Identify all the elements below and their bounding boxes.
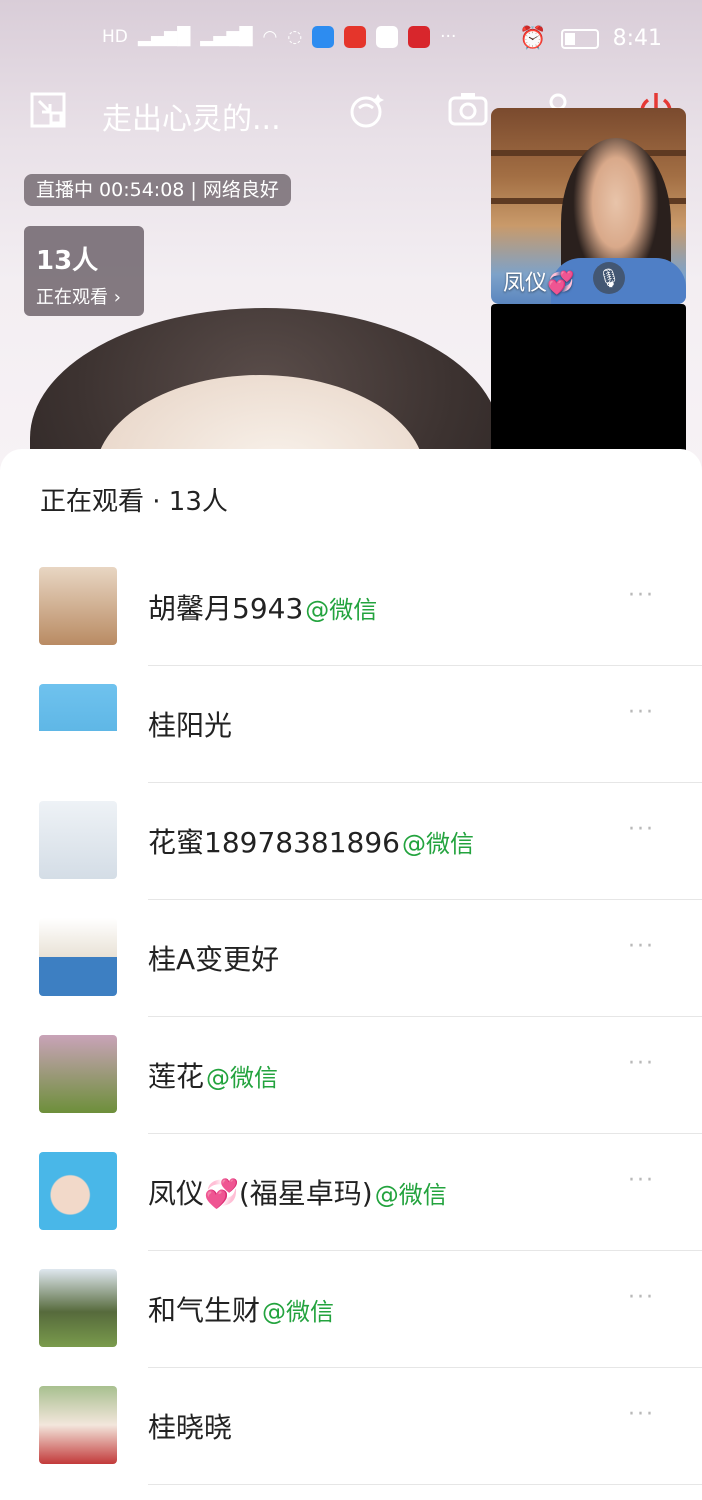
viewer-name: 莲花 xyxy=(148,1060,205,1093)
hd-indicator: HD xyxy=(102,27,128,47)
status-right: ⏰ 8:41 xyxy=(519,26,662,51)
list-item[interactable]: 胡馨月5943@微信 ··· xyxy=(0,549,702,666)
avatar xyxy=(39,1035,117,1113)
wechat-tag: @微信 xyxy=(401,830,474,858)
wechat-app-icon xyxy=(376,26,399,48)
wechat-tag: @微信 xyxy=(374,1181,447,1209)
viewer-name: 花蜜18978381896 xyxy=(148,826,400,859)
live-title: 走出心灵的... xyxy=(102,102,281,137)
avatar xyxy=(39,684,117,762)
more-options-icon[interactable]: ··· xyxy=(628,583,655,608)
sheet-title: 正在观看 · 13人 xyxy=(40,487,228,517)
avatar xyxy=(39,1386,117,1464)
wechat-tag: @微信 xyxy=(262,1298,335,1326)
viewer-name: 凤仪💞(福星卓玛) xyxy=(148,1177,373,1210)
avatar xyxy=(39,1152,117,1230)
avatar xyxy=(39,1269,117,1347)
wechat-tag: @微信 xyxy=(305,596,378,624)
cohost-name: 凤仪💞 xyxy=(503,271,575,296)
battery-icon xyxy=(560,28,599,49)
viewer-name: 和气生财 xyxy=(148,1294,261,1327)
more-options-icon[interactable]: ··· xyxy=(628,1168,655,1193)
video-app-icon xyxy=(344,26,367,48)
viewers-sheet: 正在观看 · 13人 胡馨月5943@微信 ··· 桂阳光 ··· 花蜜1897… xyxy=(0,449,702,1500)
list-item[interactable]: 桂阳光 ··· xyxy=(0,666,702,783)
more-options-icon[interactable]: ··· xyxy=(628,1051,655,1076)
avatar xyxy=(39,801,117,879)
more-notifications-icon: ··· xyxy=(440,27,457,47)
alarm-icon: ⏰ xyxy=(519,26,547,51)
viewer-name: 桂晓晓 xyxy=(148,1411,233,1444)
wechat-tag: @微信 xyxy=(206,1064,279,1092)
viewers-count-button[interactable]: 13人 正在观看 › xyxy=(24,226,144,316)
wifi-icon: ◠ xyxy=(262,27,278,47)
viewer-name: 桂阳光 xyxy=(148,709,233,742)
viewer-count: 13人 xyxy=(36,246,99,276)
live-status-pill: 直播中 00:54:08 | 网络良好 xyxy=(24,174,291,206)
list-item[interactable]: 凤仪💞(福星卓玛)@微信 ··· xyxy=(0,1134,702,1251)
flip-camera-icon[interactable] xyxy=(448,90,488,130)
list-item[interactable]: 桂A变更好 ··· xyxy=(0,900,702,1017)
second-camera-tile[interactable] xyxy=(491,304,686,450)
more-options-icon[interactable]: ··· xyxy=(628,1285,655,1310)
cohost-camera-tile[interactable]: 凤仪💞 🎙 xyxy=(491,108,686,304)
avatar xyxy=(39,567,117,645)
viewer-list: 胡馨月5943@微信 ··· 桂阳光 ··· 花蜜18978381896@微信 … xyxy=(0,549,702,1485)
avatar xyxy=(39,918,117,996)
more-options-icon[interactable]: ··· xyxy=(628,700,655,725)
hotspot-app-icon xyxy=(312,26,335,48)
viewer-name: 胡馨月5943 xyxy=(148,592,304,625)
clock-time: 8:41 xyxy=(612,26,662,51)
minimize-window-icon[interactable] xyxy=(28,90,68,130)
list-item[interactable]: 桂晓晓 ··· xyxy=(0,1368,702,1485)
status-indicators: HD ▂▄▆█ ▂▄▆█ ◠ ◌ ··· xyxy=(102,26,456,48)
list-item[interactable]: 莲花@微信 ··· xyxy=(0,1017,702,1134)
more-options-icon[interactable]: ··· xyxy=(628,817,655,842)
list-item[interactable]: 花蜜18978381896@微信 ··· xyxy=(0,783,702,900)
beauty-filter-icon[interactable] xyxy=(346,90,386,130)
list-item[interactable]: 和气生财@微信 ··· xyxy=(0,1251,702,1368)
mic-muted-icon: 🎙 xyxy=(593,262,625,294)
viewer-name: 桂A变更好 xyxy=(148,943,280,976)
signal-2g-icon: ▂▄▆█ xyxy=(200,27,253,47)
signal-4g-icon: ▂▄▆█ xyxy=(137,27,191,47)
more-options-icon[interactable]: ··· xyxy=(628,934,655,959)
chat-bubble-icon: ◌ xyxy=(287,27,303,47)
status-bar: HD ▂▄▆█ ▂▄▆█ ◠ ◌ ··· ⏰ 8:41 xyxy=(0,0,702,80)
more-options-icon[interactable]: ··· xyxy=(628,1402,655,1427)
sale-app-icon xyxy=(408,26,431,48)
viewer-label: 正在观看 › xyxy=(36,287,121,308)
